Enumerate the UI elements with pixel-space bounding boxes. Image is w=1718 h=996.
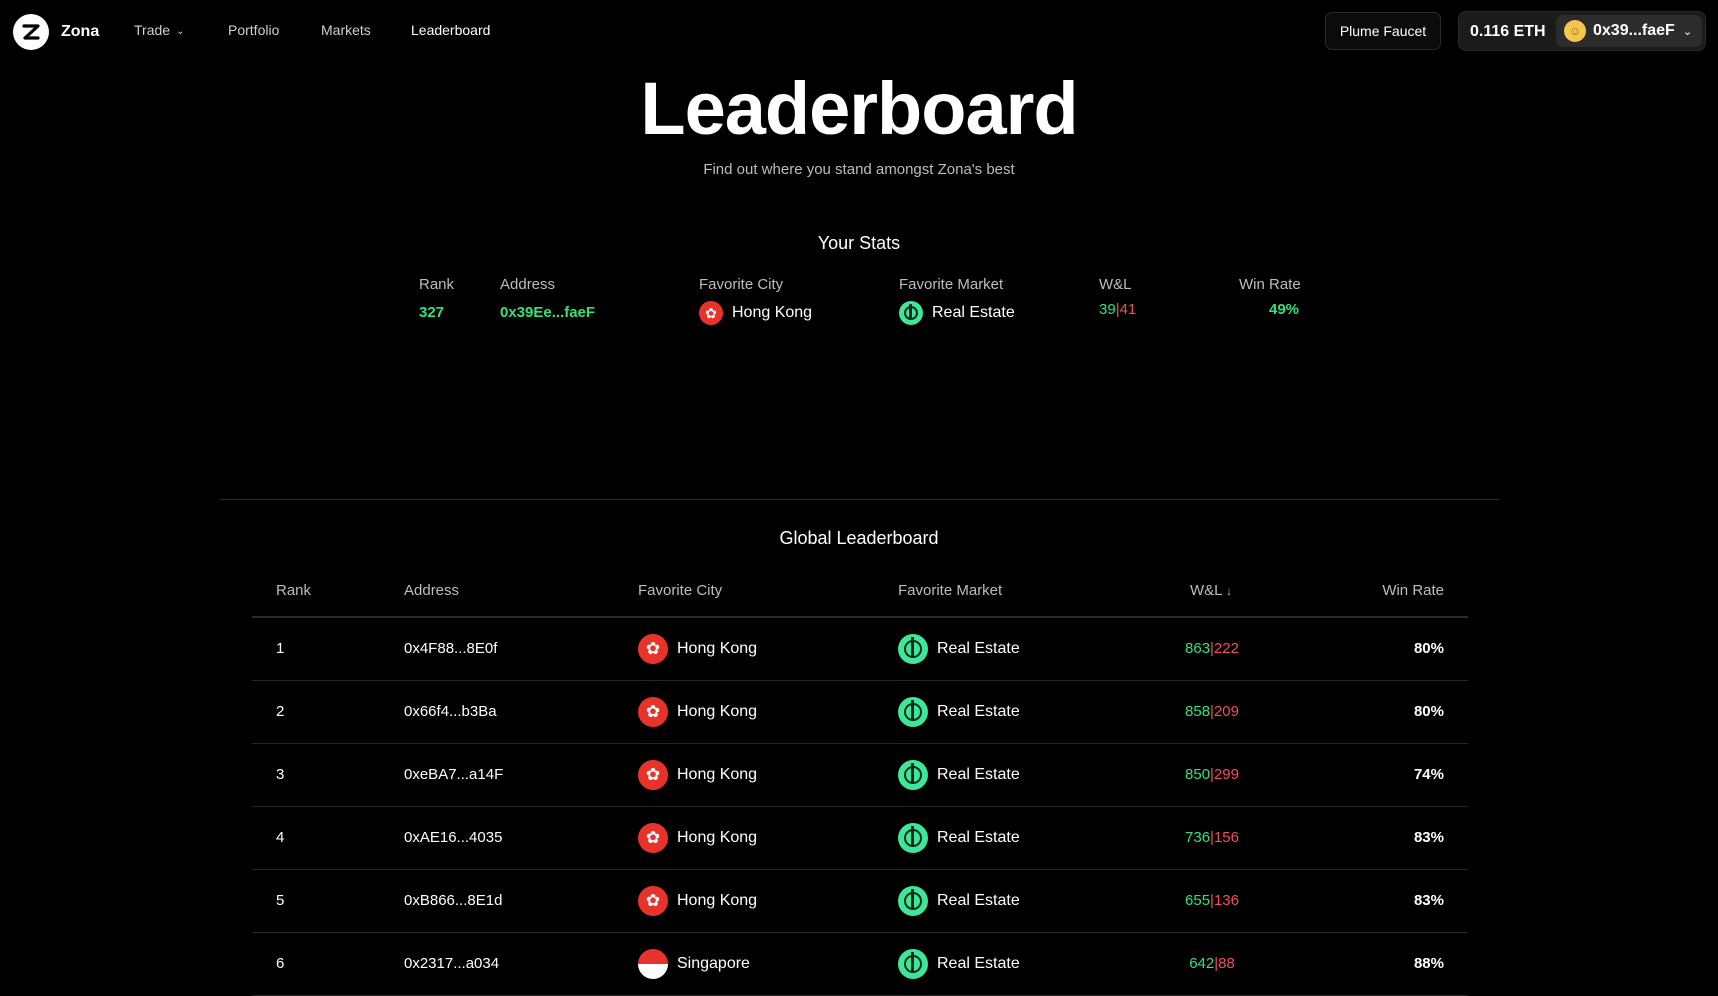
row-wins-losses: 655|136 (1185, 892, 1239, 909)
row-address[interactable]: 0x66f4...b3Ba (404, 703, 497, 720)
row-city: ✿ Hong Kong (638, 697, 757, 727)
col-wl[interactable]: W&L ↓ (1190, 582, 1232, 599)
wallet-widget[interactable]: 0.116 ETH ☺ 0x39...faeF ⌄ (1458, 11, 1706, 51)
page-subtitle: Find out where you stand amongst Zona's … (703, 161, 1015, 178)
account-button[interactable]: ☺ 0x39...faeF ⌄ (1556, 15, 1702, 47)
row-rank: 5 (276, 892, 285, 909)
real-estate-icon (898, 760, 928, 790)
real-estate-icon (898, 886, 928, 916)
zona-logo-icon (13, 14, 49, 50)
chevron-down-icon: ⌄ (1682, 25, 1693, 38)
plume-faucet-button[interactable]: Plume Faucet (1325, 12, 1441, 50)
row-win-rate: 80% (1413, 640, 1444, 657)
row-wins-losses: 850|299 (1185, 766, 1239, 783)
row-address[interactable]: 0xeBA7...a14F (404, 766, 503, 783)
nav-markets[interactable]: Markets (321, 22, 371, 38)
row-city: ✿ Hong Kong (638, 760, 757, 790)
row-address[interactable]: 0xAE16...4035 (404, 829, 502, 846)
wallet-balance: 0.116 ETH (1470, 23, 1546, 40)
row-wins-losses: 642|88 (1189, 955, 1235, 972)
col-win-rate[interactable]: Win Rate (1382, 582, 1444, 599)
global-leaderboard-title: Global Leaderboard (779, 528, 939, 548)
stat-label-city: Favorite City (699, 276, 784, 293)
hong-kong-flag-icon: ✿ (638, 823, 668, 853)
row-rank: 4 (276, 829, 285, 846)
sort-down-icon: ↓ (1226, 584, 1233, 598)
row-market: Real Estate (898, 886, 1020, 916)
hong-kong-flag-icon: ✿ (638, 886, 668, 916)
hong-kong-flag-icon: ✿ (699, 301, 723, 325)
stat-label-win-rate: Win Rate (1239, 276, 1301, 293)
nav-trade[interactable]: Trade ⌄ (134, 22, 184, 38)
table-row[interactable]: 4 0xAE16...4035 ✿ Hong Kong Real Estate 7… (252, 807, 1468, 870)
my-favorite-city: ✿ Hong Kong (699, 301, 812, 325)
col-address[interactable]: Address (404, 582, 459, 599)
my-favorite-market: Real Estate (899, 301, 1015, 325)
row-address[interactable]: 0x4F88...8E0f (404, 640, 497, 657)
row-rank: 2 (276, 703, 285, 720)
row-market: Real Estate (898, 697, 1020, 727)
your-stats-title: Your Stats (817, 233, 901, 253)
real-estate-icon (898, 823, 928, 853)
stat-label-market: Favorite Market (899, 276, 1004, 293)
col-market[interactable]: Favorite Market (898, 582, 1002, 599)
row-win-rate: 80% (1413, 703, 1444, 720)
chevron-down-icon: ⌄ (176, 26, 185, 37)
my-rank: 327 (419, 304, 445, 321)
section-divider (219, 499, 1499, 500)
row-city: ✿ Hong Kong (638, 634, 757, 664)
real-estate-icon (898, 949, 928, 979)
real-estate-icon (899, 301, 923, 325)
real-estate-icon (898, 634, 928, 664)
table-row[interactable]: 5 0xB866...8E1d ✿ Hong Kong Real Estate 6… (252, 870, 1468, 933)
real-estate-icon (898, 697, 928, 727)
hong-kong-flag-icon: ✿ (638, 697, 668, 727)
col-city[interactable]: Favorite City (638, 582, 722, 599)
table-row[interactable]: 1 0x4F88...8E0f ✿ Hong Kong Real Estate 8… (252, 618, 1468, 681)
brand-name: Zona (61, 23, 100, 40)
stat-label-wl: W&L (1099, 276, 1132, 293)
nav-portfolio[interactable]: Portfolio (228, 22, 279, 38)
brand-logo[interactable]: Zona (13, 14, 99, 50)
row-win-rate: 88% (1413, 955, 1444, 972)
row-win-rate: 83% (1413, 829, 1444, 846)
row-market: Real Estate (898, 634, 1020, 664)
row-wins-losses: 863|222 (1185, 640, 1239, 657)
stat-label-rank: Rank (419, 276, 455, 293)
stat-label-address: Address (500, 276, 556, 293)
row-city: Singapore (638, 949, 750, 979)
row-win-rate: 74% (1413, 766, 1444, 783)
row-address[interactable]: 0x2317...a034 (404, 955, 499, 972)
table-row[interactable]: 2 0x66f4...b3Ba ✿ Hong Kong Real Estate 8… (252, 681, 1468, 744)
hong-kong-flag-icon: ✿ (638, 634, 668, 664)
hong-kong-flag-icon: ✿ (638, 760, 668, 790)
col-rank[interactable]: Rank (276, 582, 311, 599)
row-market: Real Estate (898, 949, 1020, 979)
my-win-rate: 49% (1269, 301, 1300, 318)
my-address: 0x39Ee...faeF (500, 304, 596, 321)
row-win-rate: 83% (1413, 892, 1444, 909)
account-address: 0x39...faeF (1593, 22, 1675, 39)
row-wins-losses: 858|209 (1185, 703, 1239, 720)
row-rank: 1 (276, 640, 285, 657)
row-market: Real Estate (898, 823, 1020, 853)
singapore-flag-icon (638, 949, 668, 979)
row-wins-losses: 736|156 (1185, 829, 1239, 846)
table-row[interactable]: 3 0xeBA7...a14F ✿ Hong Kong Real Estate 8… (252, 744, 1468, 807)
avatar-icon: ☺ (1564, 20, 1586, 42)
table-row[interactable]: 6 0x2317...a034 Singapore Real Estate 64… (252, 933, 1468, 996)
nav-leaderboard[interactable]: Leaderboard (411, 22, 490, 38)
row-address[interactable]: 0xB866...8E1d (404, 892, 502, 909)
my-wins-losses: 39|41 (1099, 301, 1137, 318)
page-title: Leaderboard (640, 67, 1078, 150)
row-rank: 6 (276, 955, 285, 972)
top-nav: Zona Trade ⌄ Portfolio Markets Leaderboar… (0, 0, 1718, 62)
row-city: ✿ Hong Kong (638, 886, 757, 916)
row-market: Real Estate (898, 760, 1020, 790)
row-rank: 3 (276, 766, 285, 783)
row-city: ✿ Hong Kong (638, 823, 757, 853)
